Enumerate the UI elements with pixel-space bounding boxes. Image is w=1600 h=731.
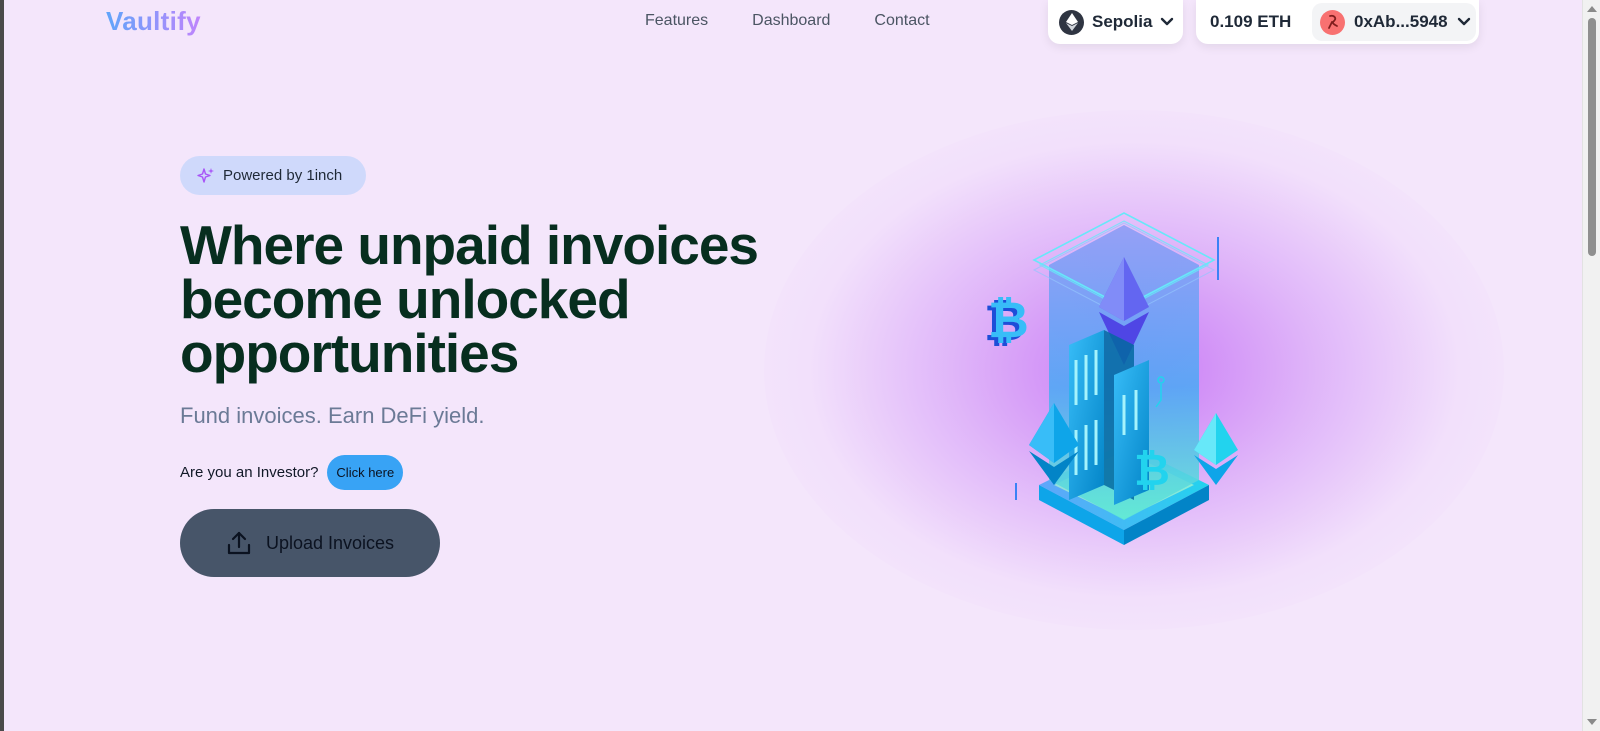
wallet-address: 0xAb...5948: [1354, 12, 1448, 31]
page: Vaultify Features Dashboard Contact Sepo…: [4, 0, 1582, 731]
chevron-down-icon: [1457, 17, 1470, 26]
upload-icon: [227, 531, 251, 555]
headline-line-3: opportunities: [180, 322, 519, 384]
investor-click-here-button[interactable]: Click here: [327, 455, 404, 490]
wallet-box: 0.109 ETH 0xAb...5948: [1196, 0, 1479, 44]
logo[interactable]: Vaultify: [106, 6, 201, 37]
account-button[interactable]: 0xAb...5948: [1312, 3, 1476, 41]
wallet-balance: 0.109 ETH: [1210, 12, 1292, 31]
vertical-scrollbar[interactable]: [1582, 0, 1600, 731]
nav-link-contact[interactable]: Contact: [874, 12, 929, 30]
crypto-vault-illustration: ₿ ₿ ₿: [984, 212, 1238, 545]
network-selector-button[interactable]: Sepolia: [1048, 0, 1183, 44]
wallet-avatar-icon: [1320, 9, 1345, 35]
headline-line-2: become unlocked: [180, 268, 631, 330]
chevron-down-icon: [1161, 17, 1174, 26]
hero-headline: Where unpaid invoices become unlocked op…: [180, 214, 820, 384]
svg-text:₿: ₿: [988, 291, 1029, 349]
ethereum-icon: [1059, 9, 1084, 35]
scroll-up-arrow-icon[interactable]: [1587, 6, 1597, 12]
network-name: Sepolia: [1092, 12, 1153, 31]
nav-links: Features Dashboard Contact: [645, 12, 930, 30]
svg-text:₿: ₿: [1134, 445, 1170, 496]
headline-line-1: Where unpaid invoices: [180, 214, 759, 276]
badge-label: Powered by 1inch: [223, 167, 343, 184]
hero-subheadline: Fund invoices. Earn DeFi yield.: [180, 403, 485, 428]
upload-invoices-label: Upload Invoices: [265, 532, 395, 553]
investor-prompt: Are you an Investor?: [180, 464, 319, 481]
scroll-down-arrow-icon[interactable]: [1587, 719, 1597, 725]
nav-link-dashboard[interactable]: Dashboard: [752, 12, 830, 30]
nav-link-features[interactable]: Features: [645, 12, 708, 30]
sparkle-icon: [197, 167, 214, 183]
powered-by-badge: Powered by 1inch: [180, 156, 366, 195]
investor-prompt-row: Are you an Investor? Click here: [180, 455, 404, 490]
upload-invoices-button[interactable]: Upload Invoices: [180, 509, 440, 577]
scrollbar-thumb[interactable]: [1588, 18, 1596, 256]
